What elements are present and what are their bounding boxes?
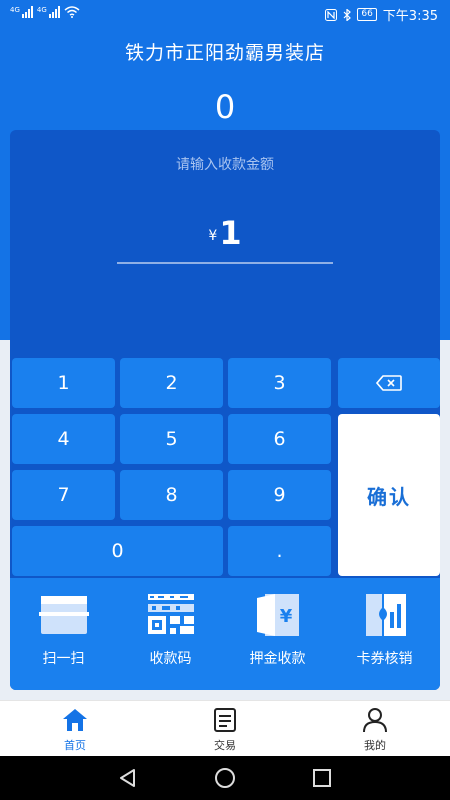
coupon-icon [366, 594, 406, 636]
key-2[interactable]: 2 [120, 358, 223, 408]
tab-transactions[interactable]: 交易 [150, 701, 300, 757]
deposit-button[interactable]: ¥ 押金收款 [224, 578, 331, 690]
back-icon[interactable] [116, 766, 140, 790]
recents-icon[interactable] [310, 766, 334, 790]
key-1[interactable]: 1 [12, 358, 115, 408]
total-amount: 0 [214, 88, 236, 126]
tab-label: 我的 [364, 739, 386, 752]
nfc-icon [325, 8, 338, 21]
key-9[interactable]: 9 [228, 470, 331, 520]
clock: 下午3:35 [382, 9, 438, 24]
key-5[interactable]: 5 [120, 414, 223, 464]
deposit-icon: ¥ [257, 594, 299, 636]
currency-symbol: ¥ [208, 228, 218, 244]
function-bar: 扫一扫 收款码 ¥ 押金收款 卡券核销 [10, 578, 440, 690]
coupon-verify-button[interactable]: 卡券核销 [331, 578, 438, 690]
key-4[interactable]: 4 [12, 414, 115, 464]
tab-mine[interactable]: 我的 [300, 701, 450, 757]
amount-prompt: 请输入收款金额 [176, 157, 274, 173]
wifi-icon [64, 6, 80, 18]
key-7[interactable]: 7 [12, 470, 115, 520]
function-label: 收款码 [149, 651, 192, 667]
bluetooth-icon [343, 8, 352, 21]
backspace-icon [376, 375, 402, 391]
tab-label: 交易 [214, 739, 236, 752]
qr-code-icon [148, 594, 194, 634]
store-name: 铁力市正阳劲霸男装店 [124, 42, 325, 64]
network-type: 4G [10, 6, 20, 14]
amount-underline [117, 262, 333, 264]
transactions-icon [214, 708, 236, 732]
function-label: 扫一扫 [42, 651, 85, 667]
key-6[interactable]: 6 [228, 414, 331, 464]
signal-group: 4G 4G [10, 6, 80, 18]
home-nav-icon[interactable] [213, 766, 237, 790]
function-label: 押金收款 [249, 651, 306, 667]
key-0[interactable]: 0 [12, 526, 223, 576]
amount-value: 1 [219, 214, 242, 252]
battery-indicator: 66 [357, 8, 377, 21]
bottom-tab-bar: 首页 交易 我的 [0, 700, 450, 756]
backspace-button[interactable] [338, 358, 440, 408]
signal-icon: 4G [10, 6, 33, 18]
network-type: 4G [36, 6, 47, 14]
confirm-button[interactable]: 确认 [338, 414, 440, 576]
key-decimal[interactable]: . [228, 526, 331, 576]
status-bar: 4G 4G 66 下午3:35 [0, 0, 450, 28]
signal-icon: 4G [37, 6, 60, 18]
status-right: 66 下午3:35 [325, 5, 438, 24]
payment-panel: 请输入收款金额 ¥1 1 2 3 4 5 6 7 8 9 0 . 确认 扫一扫 … [10, 130, 440, 690]
scan-icon [39, 596, 89, 634]
svg-text:¥: ¥ [280, 606, 293, 627]
user-icon [363, 708, 387, 733]
home-icon [63, 709, 87, 731]
key-8[interactable]: 8 [120, 470, 223, 520]
tab-label: 首页 [64, 739, 86, 752]
scan-button[interactable]: 扫一扫 [10, 578, 117, 690]
receive-code-button[interactable]: 收款码 [117, 578, 224, 690]
key-3[interactable]: 3 [228, 358, 331, 408]
function-label: 卡券核销 [356, 651, 413, 667]
system-navigation-bar [0, 756, 450, 800]
tab-home[interactable]: 首页 [0, 701, 150, 757]
amount-display[interactable]: ¥1 [10, 214, 440, 252]
